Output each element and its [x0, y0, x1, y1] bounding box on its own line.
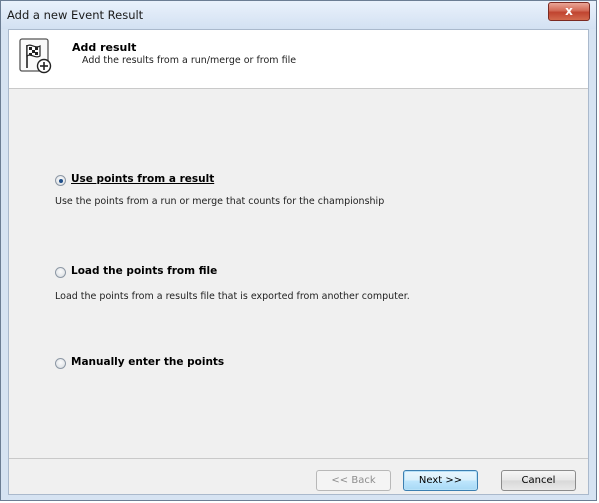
back-button[interactable]: << Back — [316, 470, 391, 491]
option-description: Use the points from a run or merge that … — [55, 196, 385, 207]
header-subtitle: Add the results from a run/merge or from… — [82, 55, 297, 66]
checkered-flag-add-icon — [19, 38, 52, 74]
option-label[interactable]: Use points from a result — [71, 173, 214, 185]
radio-use-points-from-result[interactable] — [55, 175, 66, 186]
option-description: Load the points from a results file that… — [55, 291, 410, 302]
window-title: Add a new Event Result — [7, 8, 144, 22]
wizard-footer: << Back Next >> Cancel — [9, 458, 588, 495]
title-bar[interactable]: Add a new Event Result x — [1, 1, 596, 29]
dialog-content: Add result Add the results from a run/me… — [8, 29, 589, 495]
dialog-window: Add a new Event Result x Add result Add … — [0, 0, 597, 501]
next-button[interactable]: Next >> — [403, 470, 478, 491]
cancel-button[interactable]: Cancel — [501, 470, 576, 491]
wizard-header: Add result Add the results from a run/me… — [9, 30, 588, 89]
close-icon: x — [565, 4, 573, 18]
header-title: Add result — [72, 41, 137, 54]
close-button[interactable]: x — [548, 2, 590, 21]
option-label[interactable]: Manually enter the points — [71, 356, 224, 368]
radio-manually-enter-points[interactable] — [55, 358, 66, 369]
radio-load-points-from-file[interactable] — [55, 267, 66, 278]
option-label[interactable]: Load the points from file — [71, 265, 217, 277]
